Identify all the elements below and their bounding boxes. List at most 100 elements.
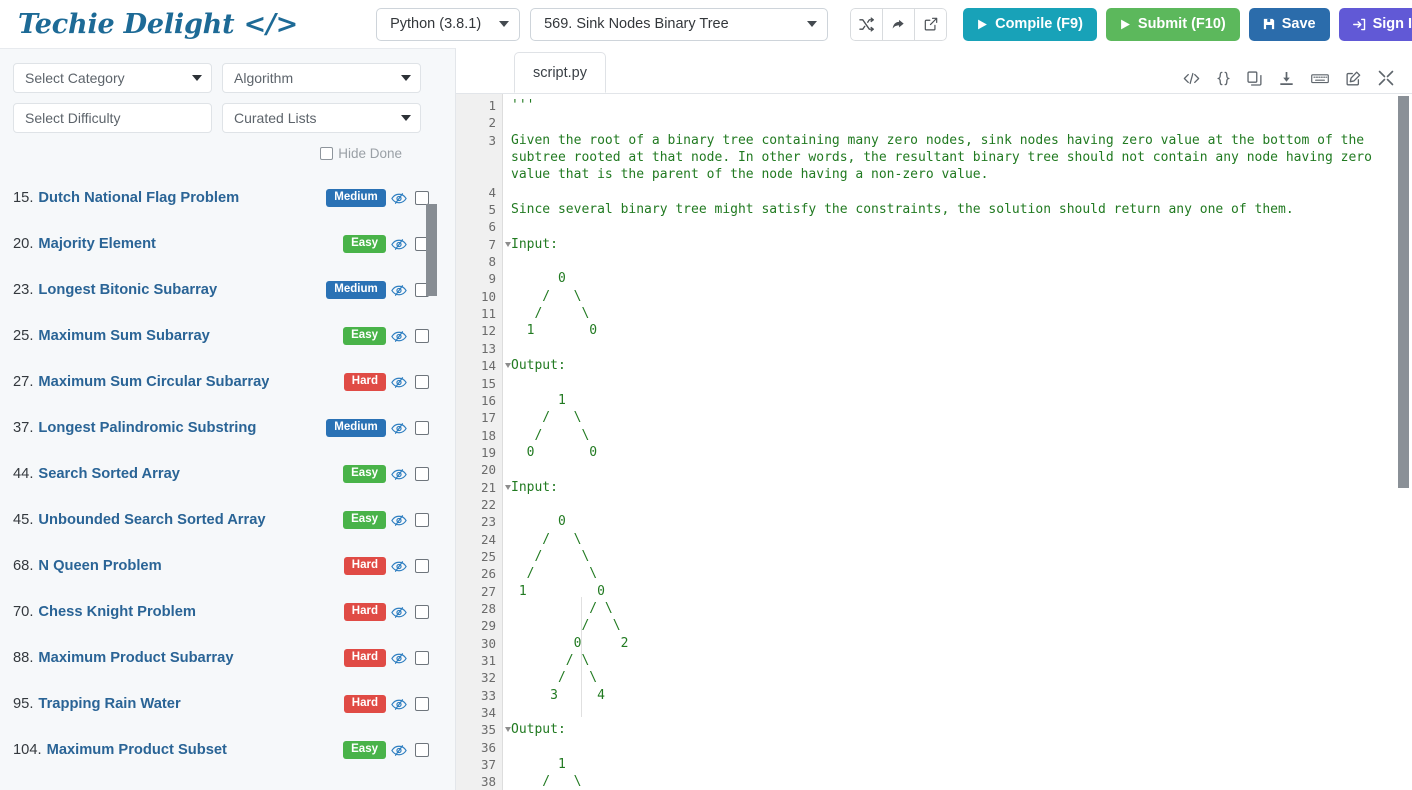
toolbar-actions: Compile (F9) Submit (F10) Save bbox=[963, 8, 1412, 41]
language-select[interactable]: Python (3.8.1) bbox=[376, 8, 520, 41]
problem-row[interactable]: 70. Chess Knight Problem Hard bbox=[13, 589, 429, 635]
problem-row[interactable]: 15.Dutch National Flag ProblemMedium bbox=[13, 175, 429, 221]
problem-number: 70. bbox=[13, 604, 33, 620]
difficulty-badge: Medium bbox=[326, 281, 386, 300]
problem-title-link[interactable]: Longest Palindromic Substring bbox=[38, 420, 256, 436]
code-tags-icon[interactable] bbox=[1183, 71, 1200, 86]
problem-row[interactable]: 27.Maximum Sum Circular SubarrayHard bbox=[13, 359, 429, 405]
problem-row[interactable]: 25.Maximum Sum SubarrayEasy bbox=[13, 313, 429, 359]
problem-row[interactable]: 88.Maximum Product SubarrayHard bbox=[13, 635, 429, 681]
difficulty-badge: Medium bbox=[326, 419, 386, 438]
copy-icon[interactable] bbox=[1247, 71, 1262, 86]
eye-slash-icon[interactable] bbox=[386, 284, 412, 297]
app-logo[interactable]: Techie Delight </> bbox=[18, 9, 298, 40]
sidebar-scrollbar-thumb[interactable] bbox=[426, 204, 437, 296]
editor-scrollbar[interactable] bbox=[1398, 94, 1409, 790]
eye-slash-icon[interactable] bbox=[386, 376, 412, 389]
compile-button[interactable]: Compile (F9) bbox=[963, 8, 1097, 41]
problem-title-link[interactable]: Longest Bitonic Subarray bbox=[38, 282, 217, 298]
problem-title-link[interactable]: Search Sorted Array bbox=[38, 466, 180, 482]
toolbar-selectors: Python (3.8.1) 569. Sink Nodes Binary Tr… bbox=[376, 8, 947, 41]
shuffle-icon[interactable] bbox=[850, 8, 883, 41]
eye-slash-icon[interactable] bbox=[386, 238, 412, 251]
eye-slash-icon[interactable] bbox=[386, 192, 412, 205]
tab-script-py[interactable]: script.py bbox=[514, 52, 606, 93]
eye-slash-icon[interactable] bbox=[386, 560, 412, 573]
editor-tools bbox=[1183, 70, 1394, 86]
code-area[interactable]: 123 456789101112131415161718192021222324… bbox=[456, 93, 1412, 790]
problem-number: 68. bbox=[13, 558, 33, 574]
eye-slash-icon[interactable] bbox=[386, 514, 412, 527]
code-content[interactable]: ''' Given the root of a binary tree cont… bbox=[511, 97, 1412, 790]
problem-row[interactable]: 68.N Queen ProblemHard bbox=[13, 543, 429, 589]
keyboard-icon[interactable] bbox=[1311, 72, 1329, 85]
problem-row[interactable]: 45.Unbounded Search Sorted ArrayEasy bbox=[13, 497, 429, 543]
line-number: 33 bbox=[456, 687, 502, 704]
problem-row[interactable]: 95.Trapping Rain WaterHard bbox=[13, 681, 429, 727]
difficulty-badge: Hard bbox=[344, 603, 386, 622]
submit-button[interactable]: Submit (F10) bbox=[1106, 8, 1240, 41]
eye-slash-icon[interactable] bbox=[386, 744, 412, 757]
line-number: 25 bbox=[456, 548, 502, 565]
line-number: 12 bbox=[456, 322, 502, 339]
chevron-down-icon bbox=[499, 21, 509, 27]
save-button[interactable]: Save bbox=[1249, 8, 1330, 41]
algorithm-filter-label: Algorithm bbox=[234, 70, 293, 86]
hide-done-row: Hide Done bbox=[0, 133, 455, 161]
problem-title-link[interactable]: Trapping Rain Water bbox=[38, 696, 180, 712]
problem-row[interactable]: 23.Longest Bitonic SubarrayMedium bbox=[13, 267, 429, 313]
hide-done-checkbox[interactable] bbox=[320, 147, 333, 160]
line-number: 37 bbox=[456, 756, 502, 773]
problem-title-link[interactable]: N Queen Problem bbox=[38, 558, 161, 574]
eye-slash-icon[interactable] bbox=[386, 330, 412, 343]
problem-row[interactable]: 20.Majority ElementEasy bbox=[13, 221, 429, 267]
problem-title-link[interactable]: Dutch National Flag Problem bbox=[38, 190, 239, 206]
curated-lists-filter[interactable]: Curated Lists bbox=[222, 103, 421, 133]
problem-title-link[interactable]: Chess Knight Problem bbox=[38, 604, 196, 620]
problem-title-link[interactable]: Maximum Product Subset bbox=[47, 742, 227, 758]
difficulty-filter[interactable]: Select Difficulty bbox=[13, 103, 212, 133]
category-filter[interactable]: Select Category bbox=[13, 63, 212, 93]
line-number: 14 bbox=[456, 357, 502, 374]
braces-icon[interactable] bbox=[1217, 71, 1230, 86]
problem-row[interactable]: 104.Maximum Product SubsetEasy bbox=[13, 727, 429, 773]
play-icon bbox=[977, 19, 988, 30]
problem-title-link[interactable]: Majority Element bbox=[38, 236, 156, 252]
algorithm-filter[interactable]: Algorithm bbox=[222, 63, 421, 93]
line-number-wrap bbox=[456, 149, 502, 166]
share-icon[interactable] bbox=[882, 8, 915, 41]
edit-icon[interactable] bbox=[1346, 71, 1361, 86]
problem-title-link[interactable]: Maximum Sum Subarray bbox=[38, 328, 209, 344]
problem-title-link[interactable]: Maximum Sum Circular Subarray bbox=[38, 374, 269, 390]
line-number: 31 bbox=[456, 652, 502, 669]
eye-slash-icon[interactable] bbox=[386, 652, 412, 665]
line-number: 5 bbox=[456, 201, 502, 218]
top-bar: Techie Delight </> Python (3.8.1) 569. S… bbox=[0, 0, 1412, 48]
problem-number: 95. bbox=[13, 696, 33, 712]
line-number: 23 bbox=[456, 513, 502, 530]
sidebar-scrollbar[interactable] bbox=[426, 49, 437, 790]
line-number: 30 bbox=[456, 635, 502, 652]
code-scroll-region[interactable]: ''' Given the root of a binary tree cont… bbox=[503, 94, 1412, 790]
problem-title-link[interactable]: Maximum Product Subarray bbox=[38, 650, 233, 666]
eye-slash-icon[interactable] bbox=[386, 468, 412, 481]
problem-select[interactable]: 569. Sink Nodes Binary Tree bbox=[530, 8, 828, 41]
line-number: 21 bbox=[456, 479, 502, 496]
line-number: 24 bbox=[456, 531, 502, 548]
signin-button[interactable]: Sign In bbox=[1339, 8, 1412, 41]
eye-slash-icon[interactable] bbox=[386, 698, 412, 711]
line-number: 8 bbox=[456, 253, 502, 270]
fullscreen-icon[interactable] bbox=[1378, 70, 1394, 86]
editor-scrollbar-thumb[interactable] bbox=[1398, 96, 1409, 488]
problem-row[interactable]: 37.Longest Palindromic SubstringMedium bbox=[13, 405, 429, 451]
main-layout: Select Category Algorithm Select Difficu… bbox=[0, 48, 1412, 790]
eye-slash-icon[interactable] bbox=[386, 422, 412, 435]
submit-button-label: Submit (F10) bbox=[1138, 16, 1226, 32]
problem-row[interactable]: 44.Search Sorted ArrayEasy bbox=[13, 451, 429, 497]
download-icon[interactable] bbox=[1279, 71, 1294, 86]
external-link-icon[interactable] bbox=[914, 8, 947, 41]
signin-button-label: Sign In bbox=[1373, 16, 1412, 32]
problem-title-link[interactable]: Unbounded Search Sorted Array bbox=[38, 512, 265, 528]
line-number: 28 bbox=[456, 600, 502, 617]
eye-slash-icon[interactable] bbox=[386, 606, 412, 619]
